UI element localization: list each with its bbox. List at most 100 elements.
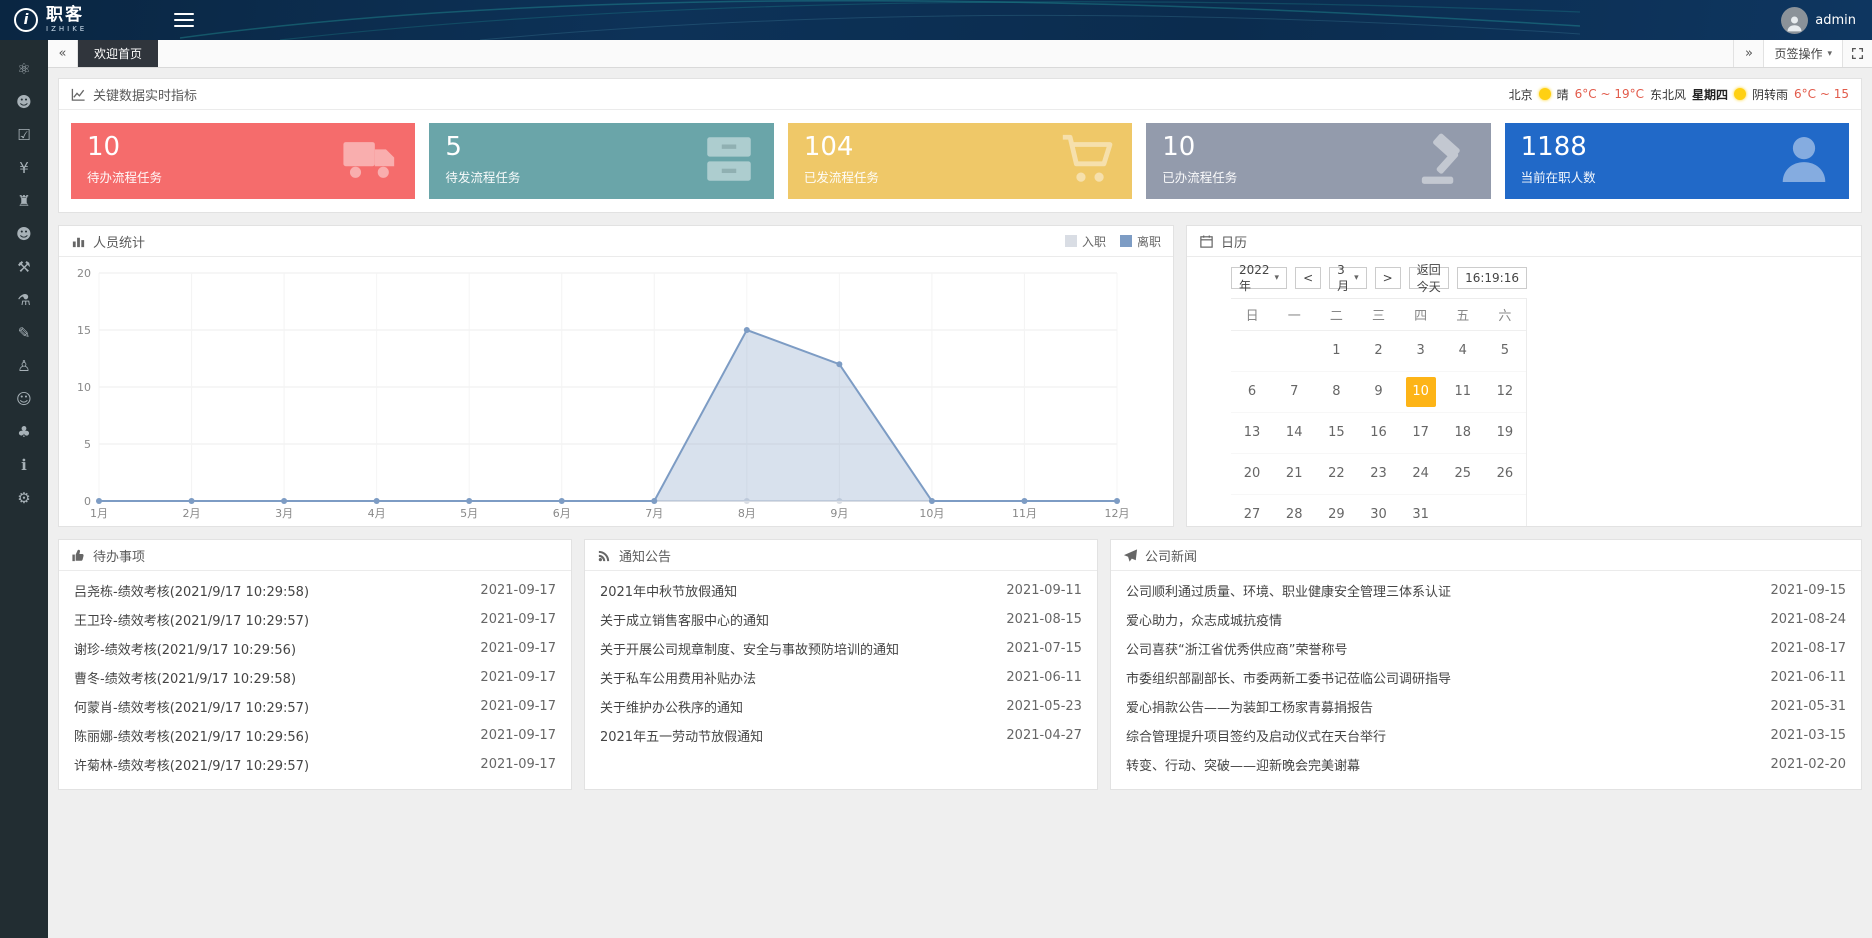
news-row[interactable]: 转变、行动、突破——迎新晚会完美谢幕 2021-02-20 [1125, 750, 1847, 779]
calendar-panel: 日历 2022年 ▾ < 3月 ▾ > 返回今天 16:19:16 [1186, 225, 1862, 527]
gavel-icon [1417, 130, 1475, 192]
notice-row[interactable]: 关于成立销售客服中心的通知 2021-08-15 [599, 605, 1083, 634]
todo-row[interactable]: 何蒙肖-绩效考核(2021/9/17 10:29:57) 2021-09-17 [73, 692, 557, 721]
stat-card-4[interactable]: 1188 当前在职人数 [1505, 123, 1849, 199]
chevron-down-icon: ▾ [1354, 273, 1359, 283]
news-row[interactable]: 综合管理提升项目签约及启动仪式在天台举行 2021-03-15 [1125, 721, 1847, 750]
news-row[interactable]: 公司喜获“浙江省优秀供应商”荣誉称号 2021-08-17 [1125, 634, 1847, 663]
recruit-icon[interactable]: ⚗ [0, 283, 48, 316]
tab-operations-dropdown[interactable]: 页签操作 ▾ [1763, 40, 1842, 67]
tabs-scroll-left-button[interactable]: « [48, 40, 78, 67]
calendar-day-29[interactable]: 29 [1315, 495, 1357, 527]
news-row[interactable]: 爱心捐款公告——为装卸工杨家青募捐报告 2021-05-31 [1125, 692, 1847, 721]
staff-chart-svg: 051015201月2月3月4月5月6月7月8月9月10月11月12月 [63, 259, 1174, 527]
team-icon[interactable]: ☻ [0, 85, 48, 118]
calendar-day-30[interactable]: 30 [1357, 495, 1399, 527]
calendar-day-23[interactable]: 23 [1357, 454, 1399, 494]
todo-row[interactable]: 吕尧栋-绩效考核(2021/9/17 10:29:58) 2021-09-17 [73, 576, 557, 605]
username[interactable]: admin [1815, 13, 1856, 28]
stat-card-0[interactable]: 10 待办流程任务 [71, 123, 415, 199]
calendar-day-21[interactable]: 21 [1273, 454, 1315, 494]
legend-item[interactable]: 离职 [1120, 233, 1161, 250]
calendar-day-10[interactable]: 10 [1400, 372, 1442, 412]
calendar-day-11[interactable]: 11 [1442, 372, 1484, 412]
legend-label: 离职 [1137, 233, 1161, 250]
news-text: 综合管理提升项目签约及启动仪式在天台举行 [1126, 726, 1386, 745]
calendar-day-26[interactable]: 26 [1484, 454, 1526, 494]
organization-icon[interactable]: ♜ [0, 184, 48, 217]
news-row[interactable]: 爱心助力，众志成城抗疫情 2021-08-24 [1125, 605, 1847, 634]
stat-card-1[interactable]: 5 待发流程任务 [429, 123, 773, 199]
notice-row[interactable]: 2021年五一劳动节放假通知 2021-04-27 [599, 721, 1083, 750]
workflow-icon[interactable]: ⚛ [0, 52, 48, 85]
news-row[interactable]: 市委组织部副部长、市委两新工委书记莅临公司调研指导 2021-06-11 [1125, 663, 1847, 692]
approval-icon[interactable]: ☑ [0, 118, 48, 151]
calendar-day-4[interactable]: 4 [1442, 331, 1484, 371]
notice-row[interactable]: 关于私车公用费用补贴办法 2021-06-11 [599, 663, 1083, 692]
top-navbar: i 职客 IZHIKE admin [0, 0, 1872, 40]
tab-home[interactable]: 欢迎首页 [78, 40, 158, 67]
salary-icon[interactable]: ¥ [0, 151, 48, 184]
notice-text: 2021年中秋节放假通知 [600, 581, 737, 600]
calendar-day-20[interactable]: 20 [1231, 454, 1273, 494]
training-icon[interactable]: ✎ [0, 316, 48, 349]
menu-toggle-button[interactable] [174, 13, 194, 27]
calendar-day-1[interactable]: 1 [1315, 331, 1357, 371]
news-date: 2021-08-24 [1770, 612, 1846, 627]
todo-row[interactable]: 陈丽娜-绩效考核(2021/9/17 10:29:56) 2021-09-17 [73, 721, 557, 750]
calendar-day-9[interactable]: 9 [1357, 372, 1399, 412]
calendar-month-select[interactable]: 3月 ▾ [1329, 267, 1367, 289]
todo-row[interactable]: 王卫玲-绩效考核(2021/9/17 10:29:57) 2021-09-17 [73, 605, 557, 634]
app-logo[interactable]: i 职客 IZHIKE [0, 0, 150, 40]
settings-icon[interactable]: ⚙ [0, 481, 48, 514]
tabs-scroll-right-button[interactable]: » [1733, 40, 1763, 67]
todo-row[interactable]: 谢珍-绩效考核(2021/9/17 10:29:56) 2021-09-17 [73, 634, 557, 663]
calendar-day-13[interactable]: 13 [1231, 413, 1273, 453]
calendar-day-19[interactable]: 19 [1484, 413, 1526, 453]
calendar-day-27[interactable]: 27 [1231, 495, 1273, 527]
fullscreen-button[interactable] [1842, 40, 1872, 67]
todo-date: 2021-09-17 [480, 757, 556, 772]
todo-row[interactable]: 曹冬-绩效考核(2021/9/17 10:29:58) 2021-09-17 [73, 663, 557, 692]
todo-row[interactable]: 许菊林-绩效考核(2021/9/17 10:29:57) 2021-09-17 [73, 750, 557, 779]
todo-text: 王卫玲-绩效考核(2021/9/17 10:29:57) [74, 610, 309, 629]
news-row[interactable]: 公司顺利通过质量、环境、职业健康安全管理三体系认证 2021-09-15 [1125, 576, 1847, 605]
report-icon[interactable]: ♣ [0, 415, 48, 448]
calendar-next-button[interactable]: > [1375, 267, 1401, 289]
notice-row[interactable]: 关于维护办公秩序的通知 2021-05-23 [599, 692, 1083, 721]
calendar-day-2[interactable]: 2 [1357, 331, 1399, 371]
notice-row[interactable]: 2021年中秋节放假通知 2021-09-11 [599, 576, 1083, 605]
info-icon[interactable]: ℹ [0, 448, 48, 481]
calendar-day-24[interactable]: 24 [1400, 454, 1442, 494]
calendar-day-7[interactable]: 7 [1273, 372, 1315, 412]
calendar-day-25[interactable]: 25 [1442, 454, 1484, 494]
calendar-day-16[interactable]: 16 [1357, 413, 1399, 453]
calendar-day-31[interactable]: 31 [1400, 495, 1442, 527]
performance-icon[interactable]: ♙ [0, 349, 48, 382]
calendar-year-select[interactable]: 2022年 ▾ [1231, 267, 1287, 289]
calendar-day-14[interactable]: 14 [1273, 413, 1315, 453]
calendar-day-17[interactable]: 17 [1400, 413, 1442, 453]
archives-icon[interactable]: ⚒ [0, 250, 48, 283]
user-icon[interactable]: ☺ [0, 382, 48, 415]
calendar-day-8[interactable]: 8 [1315, 372, 1357, 412]
calendar-day-6[interactable]: 6 [1231, 372, 1273, 412]
calendar-prev-button[interactable]: < [1295, 267, 1321, 289]
calendar-day-5[interactable]: 5 [1484, 331, 1526, 371]
staff-icon[interactable]: ☻ [0, 217, 48, 250]
stat-card-3[interactable]: 10 已办流程任务 [1146, 123, 1490, 199]
user-menu[interactable]: admin [1781, 7, 1872, 34]
svg-text:20: 20 [77, 267, 91, 280]
calendar-day-12[interactable]: 12 [1484, 372, 1526, 412]
calendar-day-18[interactable]: 18 [1442, 413, 1484, 453]
todo-date: 2021-09-17 [480, 612, 556, 627]
calendar-day-3[interactable]: 3 [1400, 331, 1442, 371]
calendar-day-28[interactable]: 28 [1273, 495, 1315, 527]
user-avatar[interactable] [1781, 7, 1808, 34]
calendar-day-22[interactable]: 22 [1315, 454, 1357, 494]
notice-row[interactable]: 关于开展公司规章制度、安全与事故预防培训的通知 2021-07-15 [599, 634, 1083, 663]
calendar-today-button[interactable]: 返回今天 [1409, 267, 1449, 289]
calendar-day-15[interactable]: 15 [1315, 413, 1357, 453]
legend-item[interactable]: 入职 [1065, 233, 1106, 250]
stat-card-2[interactable]: 104 已发流程任务 [788, 123, 1132, 199]
